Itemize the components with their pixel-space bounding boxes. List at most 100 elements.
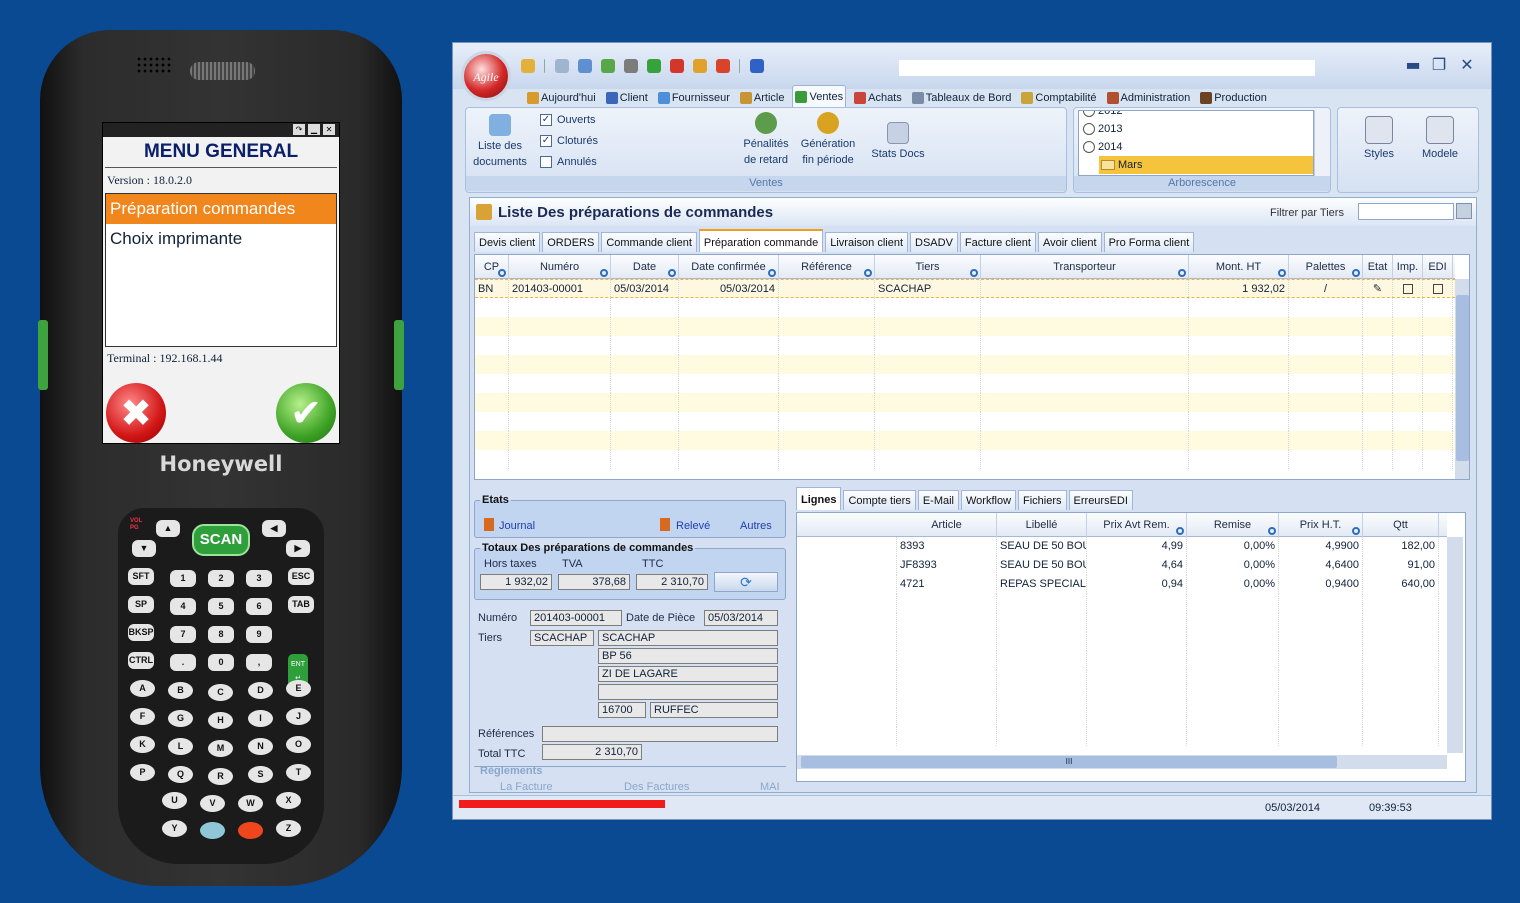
key-9[interactable]: 9 [246,626,272,643]
close-icon[interactable]: ✕ [323,124,335,135]
refresh-totals-button[interactable]: ⟳ [714,572,778,592]
grid-column-header[interactable]: Date confirmée [679,255,779,279]
generation-button[interactable]: Génération fin période [796,112,860,168]
close-window-icon[interactable]: ✕ [1457,55,1477,75]
grid-column-header[interactable]: EDI [1423,255,1453,279]
lock-icon[interactable] [693,59,707,73]
search-icon[interactable] [768,269,776,277]
filter-search-icon[interactable] [1456,203,1472,219]
grid-column-header[interactable]: Numéro [509,255,611,279]
lines-vscroll[interactable] [1447,537,1463,753]
key-j[interactable]: J [286,708,311,725]
detail-tab[interactable]: Compte tiers [843,490,916,510]
lines-row[interactable] [797,613,1447,632]
key-sp[interactable]: SP [128,596,154,613]
autres-link[interactable]: Autres [740,520,772,532]
menu-tab-comptabilit[interactable]: Comptabilité [1019,89,1098,107]
key-ctrl[interactable]: CTRL [128,652,154,669]
search-icon[interactable] [1352,527,1360,535]
menu-tab-achats[interactable]: Achats [852,89,904,107]
detail-tab[interactable]: Fichiers [1018,490,1067,510]
key-z[interactable]: Z [276,820,301,837]
menu-tab-ventes[interactable]: Ventes [792,85,847,107]
key-w[interactable]: W [238,795,263,812]
key-sft[interactable]: SFT [128,568,154,585]
key-h[interactable]: H [208,712,233,729]
references-field[interactable] [542,726,778,742]
table-row[interactable]: BN 201403-00001 05/03/2014 05/03/2014 SCACHA… [475,279,1455,299]
doc-tab[interactable]: Commande client [601,232,697,252]
grid-column-header[interactable]: Référence [779,255,875,279]
grid-scrollbar[interactable] [1455,279,1469,479]
maximize-window-icon[interactable]: ❐ [1429,55,1449,75]
lines-column-header[interactable]: Prix Avt Rem. [1087,513,1187,537]
menu-tab-administration[interactable]: Administration [1105,89,1193,107]
tree-item-2012[interactable]: 2012 [1079,111,1313,120]
table-row[interactable] [475,317,1455,336]
key-tab[interactable]: TAB [288,596,314,613]
cancel-button[interactable]: ✖ [106,383,166,443]
lines-row[interactable]: 8393SEAU DE 50 BOULES4,990,00%4,9900182,… [797,537,1447,556]
tiers-code-field[interactable]: SCACHAP [530,630,594,646]
key-r[interactable]: R [208,768,233,785]
confirm-button[interactable]: ✔ [276,383,336,443]
address-line1[interactable]: SCACHAP [598,630,778,646]
checkbox-icon[interactable] [1402,284,1413,294]
key-v[interactable]: V [200,795,225,812]
menu-item-imprimante[interactable]: Choix imprimante [106,224,336,254]
lines-column-header[interactable]: Article [897,513,997,537]
city-field[interactable]: RUFFEC [650,702,778,718]
la-facture-link[interactable]: La Facture [500,781,553,792]
key-dot[interactable]: . [170,654,196,671]
scroll-thumb[interactable] [1456,295,1469,461]
key-l[interactable]: L [168,738,193,755]
key-d[interactable]: D [248,682,273,699]
detail-tab[interactable]: ErreursEDI [1068,490,1133,510]
lines-row[interactable] [797,708,1447,727]
search-icon[interactable] [1178,269,1186,277]
scan-button[interactable]: SCAN [192,524,250,556]
checkbox-clotures[interactable]: ✓ Cloturés [540,135,598,147]
key-4[interactable]: 4 [170,598,196,615]
checkbox-ouverts[interactable]: ✓ Ouverts [540,114,596,126]
menu-tab-aujourdhui[interactable]: Aujourd'hui [525,89,598,107]
menu-tab-article[interactable]: Article [738,89,787,107]
doc-tab[interactable]: Avoir client [1037,232,1102,252]
key-q[interactable]: Q [168,766,193,783]
table-row[interactable] [475,355,1455,374]
doc-tab[interactable]: Devis client [474,232,541,252]
lines-row[interactable] [797,632,1447,651]
key-esc[interactable]: ESC [288,568,314,585]
search-icon[interactable] [668,269,676,277]
stats-docs-button[interactable]: Stats Docs [866,122,930,162]
edit-icon[interactable] [555,59,569,73]
mail-link[interactable]: MAI [760,781,780,792]
modele-button[interactable]: Modele [1412,116,1468,162]
key-up[interactable]: ▲ [156,520,180,537]
grid-column-header[interactable]: Palettes [1289,255,1363,279]
key-p[interactable]: P [130,764,155,781]
key-t[interactable]: T [286,764,311,781]
cart-icon[interactable] [670,59,684,73]
key-u[interactable]: U [162,792,187,809]
key-right[interactable]: ▶ [286,540,310,557]
key-left[interactable]: ◀ [262,520,286,537]
key-2[interactable]: 2 [208,570,234,587]
key-y[interactable]: Y [162,820,187,837]
minimize-icon[interactable]: ▁ [308,124,320,135]
info-icon[interactable] [750,59,764,73]
releve-link[interactable]: Relevé [676,520,710,532]
grid-column-header[interactable]: Imp. [1393,255,1423,279]
address-line2[interactable]: BP 56 [598,648,778,664]
checkbox-annules[interactable]: Annulés [540,156,597,168]
search-icon[interactable] [1352,269,1360,277]
key-orange[interactable] [238,822,263,839]
menu-tab-production[interactable]: Production [1198,89,1269,107]
key-k[interactable]: K [130,736,155,753]
numero-field[interactable]: 201403-00001 [530,610,622,626]
pin-icon[interactable] [601,59,615,73]
journal-link[interactable]: Journal [499,520,535,532]
export-icon[interactable] [716,59,730,73]
checkbox-icon[interactable] [1432,284,1443,294]
address-line4[interactable] [598,684,778,700]
